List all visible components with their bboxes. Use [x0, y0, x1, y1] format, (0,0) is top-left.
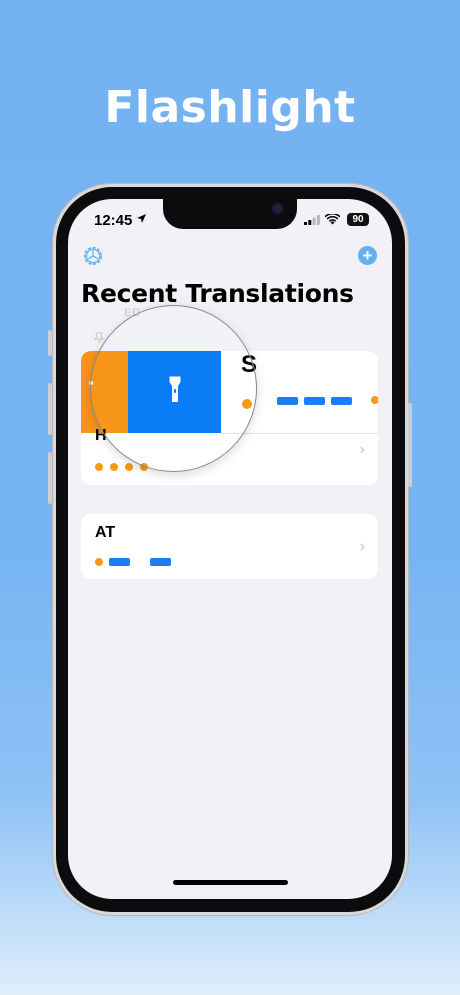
morse-dot [371, 396, 378, 404]
flashlight-icon [169, 376, 181, 402]
volume-up-button [48, 383, 52, 435]
morse-dash [331, 397, 352, 405]
morse-dash [109, 558, 130, 566]
promo-headline: Flashlight [104, 82, 356, 133]
translation-card[interactable]: AT › [81, 514, 378, 579]
battery-indicator: 90 [347, 213, 369, 226]
morse-dot [242, 399, 252, 409]
section-label: ED [124, 307, 142, 319]
notch [163, 199, 297, 229]
swipe-action-secondary[interactable] [81, 351, 129, 433]
volume-down-button [48, 452, 52, 504]
morse-dot [95, 558, 103, 566]
swipe-secondary-icon [89, 381, 93, 385]
pin-icon [94, 332, 104, 343]
front-camera-icon [273, 204, 282, 213]
cellular-signal-icon [304, 215, 320, 225]
home-indicator [173, 880, 288, 885]
row-label: S [241, 351, 258, 378]
status-time: 12:45 [94, 212, 133, 229]
add-button[interactable]: + [358, 246, 377, 265]
location-arrow-icon [137, 214, 146, 223]
plus-icon: + [362, 246, 373, 265]
chevron-right-icon: › [359, 538, 365, 555]
morse-dash [304, 397, 325, 405]
row-label: AT [95, 524, 116, 541]
gear-icon[interactable] [82, 245, 104, 267]
swiped-row-content[interactable]: S [221, 351, 378, 433]
flashlight-action-button[interactable] [128, 351, 221, 433]
page-title: Recent Translations [81, 279, 354, 308]
morse-dot [110, 463, 118, 471]
morse-dot [140, 463, 148, 471]
row-label: H [95, 427, 107, 444]
power-button [408, 403, 412, 487]
morse-dot [125, 463, 133, 471]
translation-row-hidden[interactable]: H › [81, 427, 378, 485]
morse-dash [150, 558, 171, 566]
phone-screen: 12:45 90 + Recent Translations ED S H › … [68, 199, 392, 899]
morse-dot [95, 463, 103, 471]
mute-switch [48, 330, 52, 356]
morse-dash [277, 397, 298, 405]
translation-card-pinned: S H › [81, 351, 378, 485]
chevron-right-icon: › [359, 441, 365, 458]
wifi-icon [325, 214, 340, 225]
